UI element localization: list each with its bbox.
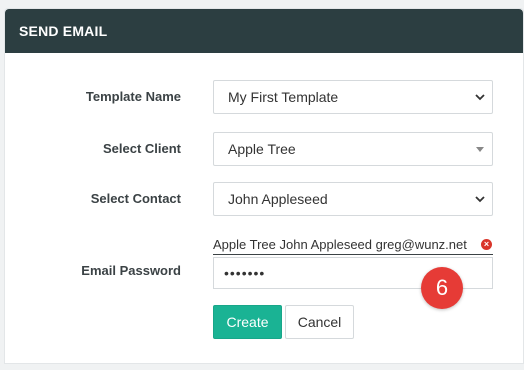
selected-recipient-text: Apple Tree John Appleseed greg@wunz.net	[213, 237, 467, 252]
client-select[interactable]: Apple Tree	[213, 132, 493, 166]
select-client-label: Select Client	[102, 141, 181, 156]
cancel-button[interactable]: Cancel	[285, 305, 354, 339]
chevron-down-icon	[468, 183, 492, 215]
create-button[interactable]: Create	[213, 305, 282, 339]
panel-header: SEND EMAIL	[5, 9, 523, 53]
client-value: Apple Tree	[228, 141, 296, 157]
contact-value: John Appleseed	[228, 191, 328, 207]
template-name-label: Template Name	[85, 89, 181, 104]
step-badge: 6	[421, 267, 463, 309]
panel-title: SEND EMAIL	[19, 23, 108, 39]
close-circle-icon[interactable]: ×	[481, 239, 492, 250]
send-email-panel: SEND EMAIL Template Name My First Templa…	[4, 8, 524, 364]
template-name-select[interactable]: My First Template	[213, 80, 493, 114]
select-contact-label: Select Contact	[90, 191, 181, 206]
selected-recipient-chip[interactable]: Apple Tree John Appleseed greg@wunz.net …	[213, 235, 493, 255]
template-name-value: My First Template	[228, 89, 339, 105]
chevron-down-icon	[468, 81, 492, 113]
contact-select[interactable]: John Appleseed	[213, 182, 493, 216]
email-password-label: Email Password	[81, 263, 181, 278]
caret-down-icon	[476, 146, 484, 152]
